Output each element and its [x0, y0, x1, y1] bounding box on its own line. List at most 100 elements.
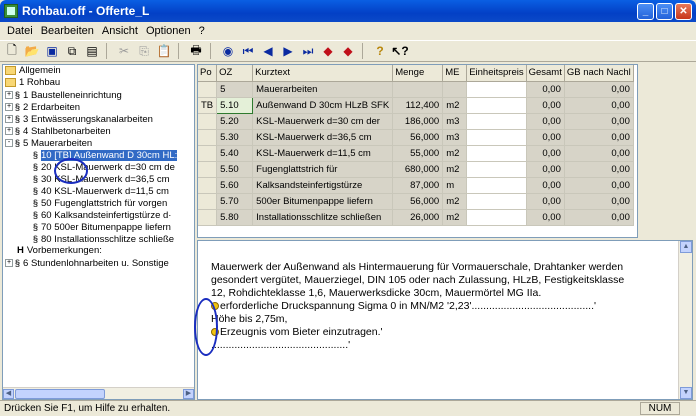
cut-icon[interactable]: ✂: [115, 42, 133, 60]
cell-po[interactable]: [198, 129, 218, 146]
cell-oz[interactable]: 5.80: [216, 209, 254, 226]
cell-gesamt[interactable]: 0,00: [526, 193, 565, 210]
tree-item[interactable]: § 80 Installationsschlitze schließe: [3, 233, 194, 245]
tree-item[interactable]: § 40 KSL-Mauerwerk d=11,5 cm: [3, 185, 194, 197]
tree-item[interactable]: 1 Rohbau: [3, 77, 194, 89]
cell-kurztext[interactable]: Installationsschlitze schließen: [252, 209, 394, 226]
cell-oz[interactable]: 5.10: [216, 96, 254, 114]
last-record-icon[interactable]: ⏭: [299, 42, 317, 60]
cell-kurztext[interactable]: Mauerarbeiten: [252, 81, 394, 98]
scroll-up-icon[interactable]: ▲: [680, 241, 692, 253]
cell-gb[interactable]: 0,00: [564, 209, 634, 226]
table-row[interactable]: 5.30 KSL-Mauerwerk d=36,5 cm 56,000 m3 0,00 0…: [198, 129, 634, 146]
tree-item[interactable]: § 50 Fugenglattstrich für vorgen: [3, 197, 194, 209]
cell-kurztext[interactable]: Fugenglattstrich für: [252, 161, 394, 178]
cell-gesamt[interactable]: 0,00: [526, 209, 565, 226]
cell-oz[interactable]: 5.30: [216, 129, 254, 146]
help-icon[interactable]: ?: [371, 42, 389, 60]
table-row[interactable]: 5.50 Fugenglattstrich für 680,000 m2 0,00 0,0…: [198, 161, 634, 178]
cell-me[interactable]: [442, 81, 468, 98]
col-header-gb-nach-nachl[interactable]: GB nach Nachl: [564, 65, 634, 82]
table-row[interactable]: 5.20 KSL-Mauerwerk d=30 cm der 186,000 m3 0,…: [198, 113, 634, 130]
cell-me[interactable]: m2: [442, 161, 468, 178]
cell-ep[interactable]: [466, 209, 527, 226]
cell-kurztext[interactable]: 500er Bitumenpappe liefern: [252, 193, 394, 210]
col-header-menge[interactable]: Menge: [392, 65, 444, 82]
cell-po[interactable]: [198, 193, 218, 210]
long-text-panel[interactable]: Mauerwerk der Außenwand als Hintermaueru…: [197, 240, 693, 400]
cell-menge[interactable]: 56,000: [392, 129, 444, 146]
expand-icon[interactable]: +: [5, 103, 13, 112]
col-header-gesamt[interactable]: Gesamt: [526, 65, 565, 82]
table-row[interactable]: 5.80 Installationsschlitze schließen 26,00…: [198, 209, 634, 226]
col-header-po[interactable]: Po: [198, 65, 218, 82]
cell-me[interactable]: m3: [442, 129, 468, 146]
col-header-einheitspreis[interactable]: Einheitspreis: [466, 65, 527, 82]
table-row[interactable]: 5 Mauerarbeiten 0,00 0,00: [198, 81, 634, 98]
close-button[interactable]: ✕: [675, 2, 692, 20]
cell-gb[interactable]: 0,00: [564, 129, 634, 146]
cell-menge[interactable]: 26,000: [392, 209, 444, 226]
scroll-thumb[interactable]: [15, 389, 105, 399]
cell-oz[interactable]: 5.40: [216, 145, 254, 162]
properties-icon[interactable]: ▤: [83, 42, 101, 60]
tree-item[interactable]: Allgemein: [3, 65, 194, 77]
delete-record-icon[interactable]: ◆: [339, 42, 357, 60]
cell-po[interactable]: [198, 177, 218, 194]
cell-ep[interactable]: [466, 97, 527, 114]
table-row[interactable]: 5.60 Kalksandsteinfertigstürze 87,000 m 0,00…: [198, 177, 634, 194]
print-icon[interactable]: 🖶: [187, 42, 205, 60]
cell-me[interactable]: m2: [442, 97, 468, 114]
tree-item[interactable]: § 70 500er Bitumenpappe liefern: [3, 221, 194, 233]
cell-menge[interactable]: 112,400: [392, 97, 444, 114]
next-record-icon[interactable]: ▶: [279, 42, 297, 60]
tree-item[interactable]: § 30 KSL-Mauerwerk d=36,5 cm: [3, 173, 194, 185]
cell-gesamt[interactable]: 0,00: [526, 113, 565, 130]
table-row[interactable]: TB 5.10 Außenwand D 30cm HLzB SFK 112,400 m2…: [198, 96, 634, 114]
save-icon[interactable]: ▣: [43, 42, 61, 60]
tree-horizontal-scrollbar[interactable]: ◀ ▶: [3, 387, 194, 399]
cell-oz[interactable]: 5.60: [216, 177, 254, 194]
cell-menge[interactable]: 56,000: [392, 193, 444, 210]
first-record-icon[interactable]: ⏮: [239, 42, 257, 60]
menu-help[interactable]: ?: [195, 25, 209, 37]
menu-optionen[interactable]: Optionen: [142, 25, 195, 37]
cell-me[interactable]: m2: [442, 145, 468, 162]
cell-me[interactable]: m: [442, 177, 468, 194]
previous-record-icon[interactable]: ◀: [259, 42, 277, 60]
insert-record-icon[interactable]: ◆: [319, 42, 337, 60]
tree-item[interactable]: § 60 Kalksandsteinfertigstürze d·: [3, 209, 194, 221]
tree-item[interactable]: + § 1 Baustelleneinrichtung: [3, 89, 194, 101]
cell-ep[interactable]: [466, 129, 527, 146]
cell-po[interactable]: [198, 209, 218, 226]
text-vertical-scrollbar[interactable]: ▲ ▼: [678, 241, 692, 399]
cell-menge[interactable]: [392, 81, 444, 98]
cell-gb[interactable]: 0,00: [564, 161, 634, 178]
cell-kurztext[interactable]: KSL-Mauerwerk d=11,5 cm: [252, 145, 394, 162]
cell-oz[interactable]: 5.20: [216, 113, 254, 130]
cell-oz[interactable]: 5.70: [216, 193, 254, 210]
scroll-right-icon[interactable]: ▶: [183, 389, 194, 399]
cell-kurztext[interactable]: Kalksandsteinfertigstürze: [252, 177, 394, 194]
menu-datei[interactable]: Datei: [3, 25, 37, 37]
cell-gb[interactable]: 0,00: [564, 81, 634, 98]
cell-po[interactable]: [198, 145, 218, 162]
long-text[interactable]: Mauerwerk der Außenwand als Hintermaueru…: [211, 261, 681, 352]
minimize-button[interactable]: _: [637, 2, 654, 20]
cell-me[interactable]: m2: [442, 193, 468, 210]
cell-ep[interactable]: [466, 177, 527, 194]
tree-item[interactable]: + § 4 Stahlbetonarbeiten: [3, 125, 194, 137]
cell-gb[interactable]: 0,00: [564, 193, 634, 210]
cell-ep[interactable]: [466, 113, 527, 130]
new-file-icon[interactable]: 🗋: [3, 42, 21, 60]
cell-kurztext[interactable]: KSL-Mauerwerk d=30 cm der: [252, 113, 394, 130]
cell-menge[interactable]: 186,000: [392, 113, 444, 130]
cell-ep[interactable]: [466, 161, 527, 178]
cell-po[interactable]: [198, 161, 218, 178]
cell-oz[interactable]: 5: [216, 81, 254, 98]
scroll-left-icon[interactable]: ◀: [3, 389, 14, 399]
cell-po[interactable]: [198, 81, 218, 98]
cell-po[interactable]: [198, 113, 218, 130]
tree-item[interactable]: H Vorbemerkungen:: [3, 245, 194, 257]
cell-gesamt[interactable]: 0,00: [526, 97, 565, 114]
